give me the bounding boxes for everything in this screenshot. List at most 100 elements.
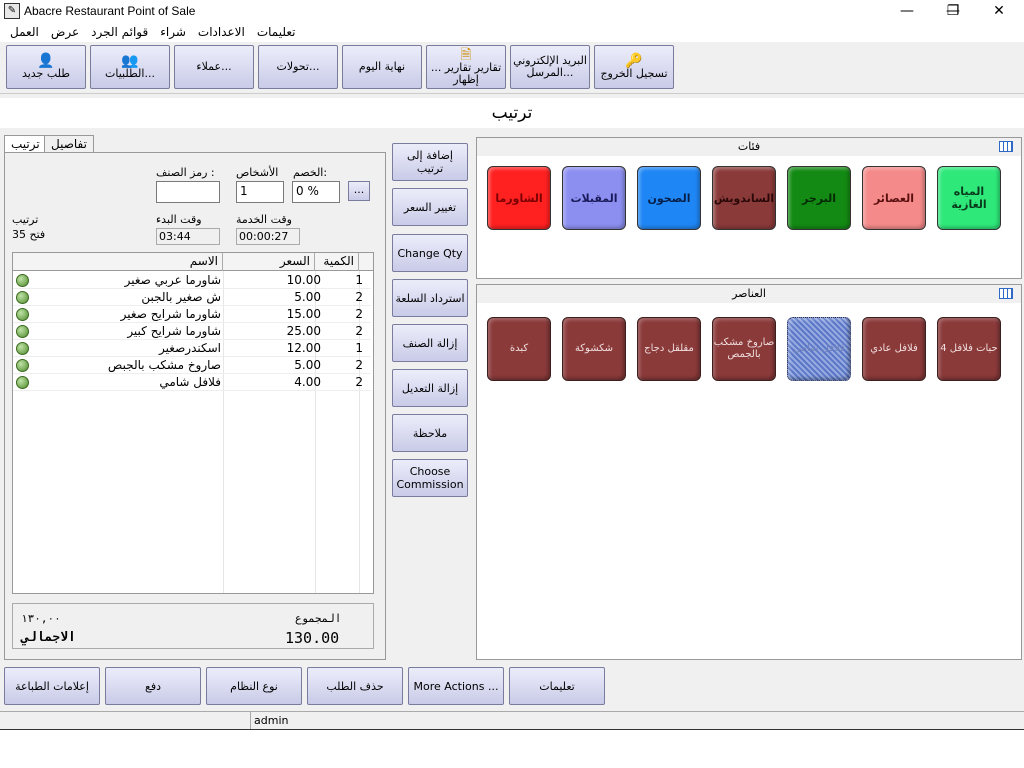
refund-item-button[interactable]: استرداد السلعة <box>392 279 468 317</box>
status-dot-icon <box>16 325 29 338</box>
menu-work[interactable]: العمل <box>4 22 45 42</box>
start-time-label: وقت البدء <box>156 213 202 226</box>
menu-item-tile[interactable]: حبات فلافل 4 <box>937 317 1001 381</box>
item-price: 4.00 <box>294 375 321 389</box>
customers-button[interactable]: عملاء... <box>174 45 254 89</box>
order-items-grid[interactable]: الاسم السعر الكمية شاورما عربي صغير 10.00… <box>12 252 374 594</box>
persons-label: الأشخاص <box>236 166 279 179</box>
item-qty: 1 <box>355 273 363 287</box>
header-qty[interactable]: الكمية <box>315 253 359 271</box>
category-tile[interactable]: البرجر <box>787 166 851 230</box>
item-price: 15.00 <box>286 307 321 321</box>
menu-view[interactable]: عرض <box>45 22 85 42</box>
menu-item-tile[interactable]: مقلقل دجاج <box>637 317 701 381</box>
categories-title: فئات <box>477 138 1021 156</box>
status-dot-icon <box>16 274 29 287</box>
shifts-button[interactable]: تحولات... <box>258 45 338 89</box>
remove-modifier-button[interactable]: إزالة التعديل <box>392 369 468 407</box>
new-order-button[interactable]: 👤 طلب جديد <box>6 45 86 89</box>
item-price: 25.00 <box>286 324 321 338</box>
status-dot-icon <box>16 291 29 304</box>
status-user: admin <box>254 714 289 727</box>
item-qty: 2 <box>355 358 363 372</box>
reports-button[interactable]: 🗎 تقارير تقارير ... إظهار <box>426 45 506 89</box>
table-row[interactable]: شاورما شرايح صغير 15.00 2 <box>13 306 371 323</box>
persons-input[interactable]: 1 <box>236 181 284 203</box>
discount-more-button[interactable]: ... <box>348 181 370 201</box>
menu-item-tile[interactable]: صاروخ مشكب بالجمص <box>712 317 776 381</box>
category-tile[interactable]: العصائر <box>862 166 926 230</box>
totals-box: ١٣٠,٠٠ المجموع الاجمالي 130.00 <box>12 603 374 649</box>
status-dot-icon <box>16 376 29 389</box>
more-actions-button[interactable]: More Actions ... <box>408 667 504 705</box>
category-tile[interactable]: الشاورما <box>487 166 551 230</box>
add-to-order-button[interactable]: إضافة إلى ترتيب <box>392 143 468 181</box>
help-button[interactable]: تعليمات <box>509 667 605 705</box>
menu-item-tile[interactable]: فلافل عادي <box>862 317 926 381</box>
menu-item-tile[interactable]: كبدة <box>487 317 551 381</box>
table-row[interactable]: اسكندرصغير 12.00 1 <box>13 340 371 357</box>
discount-label: الخصم: <box>293 166 328 179</box>
choose-commission-button[interactable]: Choose Commission <box>392 459 468 497</box>
menu-purchase[interactable]: شراء <box>154 22 192 42</box>
table-row[interactable]: ش صغير بالجبن 5.00 2 <box>13 289 371 306</box>
menu-item-tile[interactable]: فلافل شامي <box>787 317 851 381</box>
category-tile[interactable]: المقبلات <box>562 166 626 230</box>
key-icon: 🔑 <box>625 53 643 69</box>
item-name: شاورما شرايح كبير <box>127 324 221 338</box>
order-label: ترتيب <box>12 213 39 226</box>
change-qty-button[interactable]: Change Qty <box>392 234 468 272</box>
delete-order-button[interactable]: حذف الطلب <box>307 667 403 705</box>
menu-settings[interactable]: الاعدادات <box>192 22 251 42</box>
status-bar: admin <box>0 711 1024 730</box>
menu-inventory[interactable]: قوائم الجرد <box>85 22 154 42</box>
category-tile[interactable]: الساندويش <box>712 166 776 230</box>
item-qty: 2 <box>355 375 363 389</box>
menu-item-tile[interactable]: شكشوكة <box>562 317 626 381</box>
start-time-value: 03:44 <box>156 228 220 245</box>
table-row[interactable]: فلافل شامي 4.00 2 <box>13 374 371 391</box>
discount-input[interactable]: 0 % <box>292 181 340 203</box>
item-price: 5.00 <box>294 290 321 304</box>
note-button[interactable]: ملاحظة <box>392 414 468 452</box>
table-row[interactable]: شاورما شرايح كبير 25.00 2 <box>13 323 371 340</box>
header-name[interactable]: الاسم <box>13 253 223 271</box>
menu-bar: العمل عرض قوائم الجرد شراء الاعدادات تعل… <box>0 22 1024 42</box>
category-tile[interactable]: الصحون <box>637 166 701 230</box>
item-name: ش صغير بالجبن <box>141 290 221 304</box>
table-row[interactable]: شاورما عربي صغير 10.00 1 <box>13 272 371 289</box>
item-name: شاورما شرايح صغير <box>120 307 221 321</box>
remove-item-button[interactable]: إزالة الصنف <box>392 324 468 362</box>
categories-panel: فئات الشاورما المقبلات الصحون الساندويش البر… <box>476 137 1022 279</box>
grid-view-icon[interactable] <box>999 288 1013 299</box>
tab-details[interactable]: تفاصيل <box>44 135 94 153</box>
item-name: اسكندرصغير <box>159 341 221 355</box>
total-label: الاجمالي <box>21 630 76 645</box>
pay-button[interactable]: دفع <box>105 667 201 705</box>
status-dot-icon <box>16 359 29 372</box>
end-of-day-button[interactable]: نهاية اليوم <box>342 45 422 89</box>
menu-help[interactable]: تعليمات <box>251 22 302 42</box>
item-code-input[interactable] <box>156 181 220 203</box>
subtotal-value: ١٣٠,٠٠ <box>21 612 61 625</box>
category-tile[interactable]: المياه الغازية <box>937 166 1001 230</box>
print-notifications-button[interactable]: إعلامات الطباعة <box>4 667 100 705</box>
bottom-area <box>0 729 1024 768</box>
item-price: 12.00 <box>286 341 321 355</box>
system-type-button[interactable]: نوع النظام <box>206 667 302 705</box>
minimize-icon[interactable]: — <box>884 0 930 22</box>
status-dot-icon <box>16 342 29 355</box>
maximize-icon[interactable]: ❐ <box>930 0 976 22</box>
grid-view-icon[interactable] <box>999 141 1013 152</box>
tab-order[interactable]: ترتيب <box>4 135 47 153</box>
change-price-button[interactable]: تغيير السعر <box>392 188 468 226</box>
header-price[interactable]: السعر <box>223 253 315 271</box>
orders-button[interactable]: 👥 الطلبيات... <box>90 45 170 89</box>
table-row[interactable]: صاروخ مشكب بالجبص 5.00 2 <box>13 357 371 374</box>
item-qty: 2 <box>355 290 363 304</box>
total-value: 130.00 <box>285 629 340 647</box>
sent-email-button[interactable]: البريد الإلكتروني المرسل... <box>510 45 590 89</box>
logout-button[interactable]: 🔑 تسجيل الخروج <box>594 45 674 89</box>
order-status: فتح 35 <box>12 228 46 241</box>
close-icon[interactable]: ✕ <box>976 0 1022 22</box>
